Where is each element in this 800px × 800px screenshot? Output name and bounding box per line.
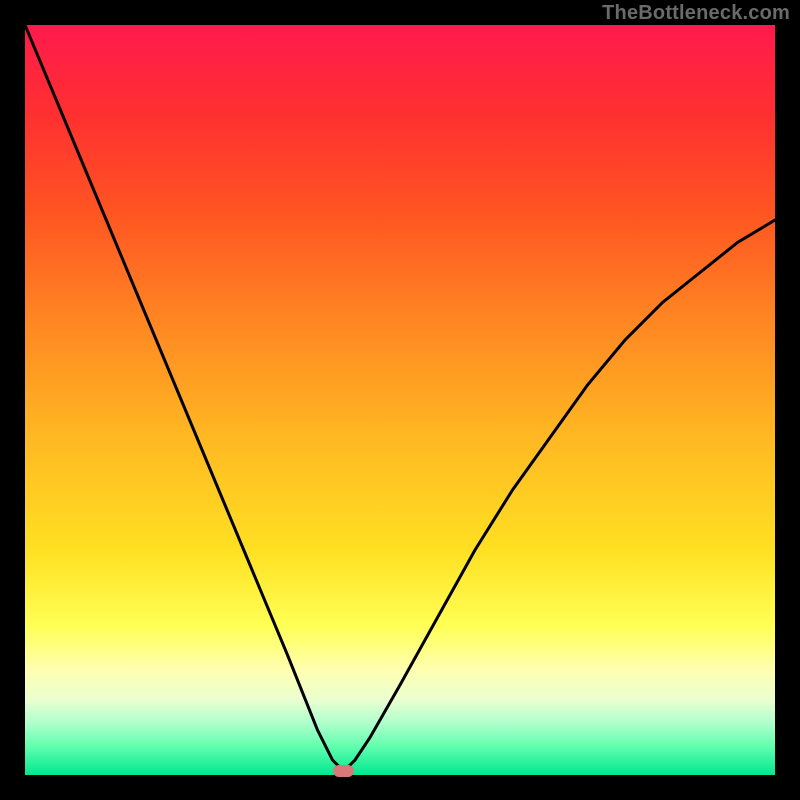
- chart-frame: TheBottleneck.com: [0, 0, 800, 800]
- curve-svg: [25, 25, 775, 775]
- optimal-marker: [333, 765, 354, 777]
- watermark-text: TheBottleneck.com: [602, 2, 790, 25]
- bottleneck-curve: [25, 25, 775, 771]
- plot-area: [25, 25, 775, 775]
